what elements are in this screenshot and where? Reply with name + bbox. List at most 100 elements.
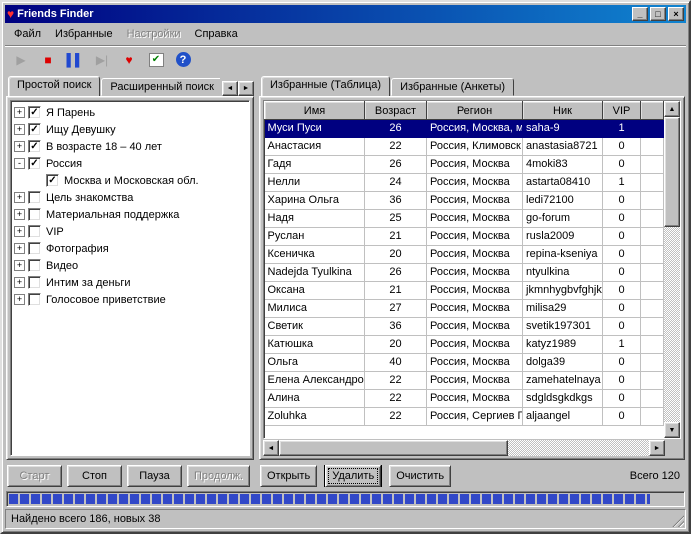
checkbox[interactable]: ✓ xyxy=(28,123,41,136)
resize-grip[interactable] xyxy=(671,514,684,527)
checkbox[interactable]: ✓ xyxy=(28,106,41,119)
expand-toggle-icon[interactable]: + xyxy=(14,277,25,288)
tree-item[interactable]: +✓Ищу Девушку xyxy=(12,121,248,138)
checkbox[interactable] xyxy=(28,276,41,289)
hscroll-thumb[interactable] xyxy=(279,440,508,456)
expand-toggle-icon[interactable]: - xyxy=(14,158,25,169)
tree-item[interactable]: -✓Россия xyxy=(12,155,248,172)
help-icon[interactable]: ? xyxy=(171,49,195,71)
menu-file[interactable]: Файл xyxy=(7,25,48,43)
continue-button[interactable]: Продолж. xyxy=(187,465,250,487)
close-button[interactable]: × xyxy=(668,7,684,21)
column-header-4[interactable]: VIP xyxy=(603,102,641,120)
clear-button[interactable]: Очистить xyxy=(389,465,451,487)
checkbox[interactable] xyxy=(28,225,41,238)
table-row[interactable]: Светик36Россия, Москваsvetik1973010 xyxy=(265,318,664,336)
scroll-right-icon[interactable]: ► xyxy=(649,440,665,456)
column-header-2[interactable]: Регион xyxy=(427,102,523,120)
table-row[interactable]: Муси Пуси26Россия, Москва, мsaha-91 xyxy=(265,120,664,138)
column-header-3[interactable]: Ник xyxy=(523,102,603,120)
scroll-left-icon[interactable]: ◄ xyxy=(263,440,279,456)
start-icon[interactable]: ▶ xyxy=(9,49,33,71)
table-row[interactable]: Харина Ольга36Россия, Москваledi721000 xyxy=(265,192,664,210)
menu-favorites[interactable]: Избранные xyxy=(48,25,120,43)
tree-item[interactable]: +Цель знакомства xyxy=(12,189,248,206)
column-header-1[interactable]: Возраст xyxy=(365,102,427,120)
table-cell: 27 xyxy=(365,300,427,318)
left-tab-advanced-search[interactable]: Расширенный поиск xyxy=(101,78,220,96)
table-row[interactable]: Ксеничка20Россия, Москваrepina-kseniya0 xyxy=(265,246,664,264)
right-tab-favorites-profiles[interactable]: Избранные (Анкеты) xyxy=(391,78,514,96)
tree-item[interactable]: +✓В возрасте 18 – 40 лет xyxy=(12,138,248,155)
favorites-table: ИмяВозрастРегионНикVIP Муси Пуси26Россия… xyxy=(264,101,664,426)
table-row[interactable]: Надя25Россия, Москваgo-forum0 xyxy=(265,210,664,228)
vscroll-track[interactable] xyxy=(664,117,680,422)
profiles-icon[interactable]: ✔ xyxy=(144,49,168,71)
checkbox[interactable]: ✓ xyxy=(46,174,59,187)
stop-button[interactable]: Стоп xyxy=(67,465,122,487)
start-button[interactable]: Старт xyxy=(7,465,62,487)
table-row[interactable]: Ольга40Россия, Москваdolga390 xyxy=(265,354,664,372)
scroll-up-icon[interactable]: ▲ xyxy=(664,101,680,117)
table-row[interactable]: Милиса27Россия, Москваmilisa290 xyxy=(265,300,664,318)
table-row[interactable]: Нелли24Россия, Москваastarta084101 xyxy=(265,174,664,192)
table-cell: 0 xyxy=(603,156,641,174)
horizontal-scrollbar[interactable]: ◄ ► xyxy=(263,440,681,456)
expand-toggle-icon[interactable]: + xyxy=(14,107,25,118)
pause-icon[interactable]: ▌▌ xyxy=(63,49,87,71)
table-row[interactable]: Елена Александров22Россия, Москваzamehat… xyxy=(265,372,664,390)
table-row[interactable]: Zoluhka22Россия, Сергиев Пaljaangel0 xyxy=(265,408,664,426)
tree-item[interactable]: +Фотография xyxy=(12,240,248,257)
tree-item[interactable]: +✓Я Парень xyxy=(12,104,248,121)
stop-icon[interactable]: ■ xyxy=(36,49,60,71)
favorites-icon[interactable]: ♥ xyxy=(117,49,141,71)
tree-item[interactable]: ✓Москва и Московская обл. xyxy=(12,172,248,189)
tab-scroll-left-button[interactable]: ◄ xyxy=(222,81,238,96)
table-row[interactable]: Гадя26Россия, Москва4moki830 xyxy=(265,156,664,174)
menu-help[interactable]: Справка xyxy=(188,25,245,43)
tree-item[interactable]: +Материальная поддержка xyxy=(12,206,248,223)
table-row[interactable]: Nadejda Tyulkina26Россия, Москваntyulkin… xyxy=(265,264,664,282)
table-row[interactable]: Анастасия22Россия, Климовскanastasia8721… xyxy=(265,138,664,156)
vscroll-thumb[interactable] xyxy=(664,117,680,227)
menu-settings[interactable]: Настройки xyxy=(120,25,188,43)
checkbox[interactable] xyxy=(28,242,41,255)
expand-toggle-icon[interactable]: + xyxy=(14,226,25,237)
checkbox[interactable]: ✓ xyxy=(28,157,41,170)
expand-toggle-icon[interactable]: + xyxy=(14,192,25,203)
expand-toggle-icon[interactable]: + xyxy=(14,294,25,305)
column-header-0[interactable]: Имя xyxy=(265,102,365,120)
scroll-down-icon[interactable]: ▼ xyxy=(664,422,680,438)
table-row[interactable]: Руслан21Россия, Москваrusla20090 xyxy=(265,228,664,246)
tree-item[interactable]: +VIP xyxy=(12,223,248,240)
expand-toggle-icon[interactable]: + xyxy=(14,243,25,254)
checkbox[interactable] xyxy=(28,293,41,306)
right-tab-favorites-table[interactable]: Избранные (Таблица) xyxy=(261,76,390,96)
table-row[interactable]: Оксана21Россия, Москваjkmnhygbvfghjk0 xyxy=(265,282,664,300)
pause-button[interactable]: Пауза xyxy=(127,465,182,487)
checkbox[interactable] xyxy=(28,259,41,272)
delete-button[interactable]: Удалить xyxy=(325,465,381,487)
hscroll-track[interactable] xyxy=(279,440,649,456)
table-row[interactable]: Катюшка20Россия, Москваkatyz19891 xyxy=(265,336,664,354)
checkbox[interactable] xyxy=(28,191,41,204)
checkbox[interactable]: ✓ xyxy=(28,140,41,153)
tree-item[interactable]: +Голосовое приветствие xyxy=(12,291,248,308)
checkbox[interactable] xyxy=(28,208,41,221)
title-bar[interactable]: ♥ Friends Finder _□× xyxy=(5,5,686,23)
tree-item[interactable]: +Видео xyxy=(12,257,248,274)
maximize-button[interactable]: □ xyxy=(650,7,666,21)
resume-icon[interactable]: ▶| xyxy=(90,49,114,71)
table-row[interactable]: Алина22Россия, Москваsdgldsgkdkgs0 xyxy=(265,390,664,408)
expand-toggle-icon[interactable]: + xyxy=(14,260,25,271)
expand-toggle-icon[interactable]: + xyxy=(14,209,25,220)
open-button[interactable]: Открыть xyxy=(260,465,317,487)
table-cell xyxy=(641,138,664,156)
tree-item[interactable]: +Интим за деньги xyxy=(12,274,248,291)
expand-toggle-icon[interactable]: + xyxy=(14,124,25,135)
vertical-scrollbar[interactable]: ▲ ▼ xyxy=(664,101,680,438)
left-tab-simple-search[interactable]: Простой поиск xyxy=(8,76,100,96)
tab-scroll-right-button[interactable]: ► xyxy=(238,81,254,96)
minimize-button[interactable]: _ xyxy=(632,7,648,21)
expand-toggle-icon[interactable]: + xyxy=(14,141,25,152)
